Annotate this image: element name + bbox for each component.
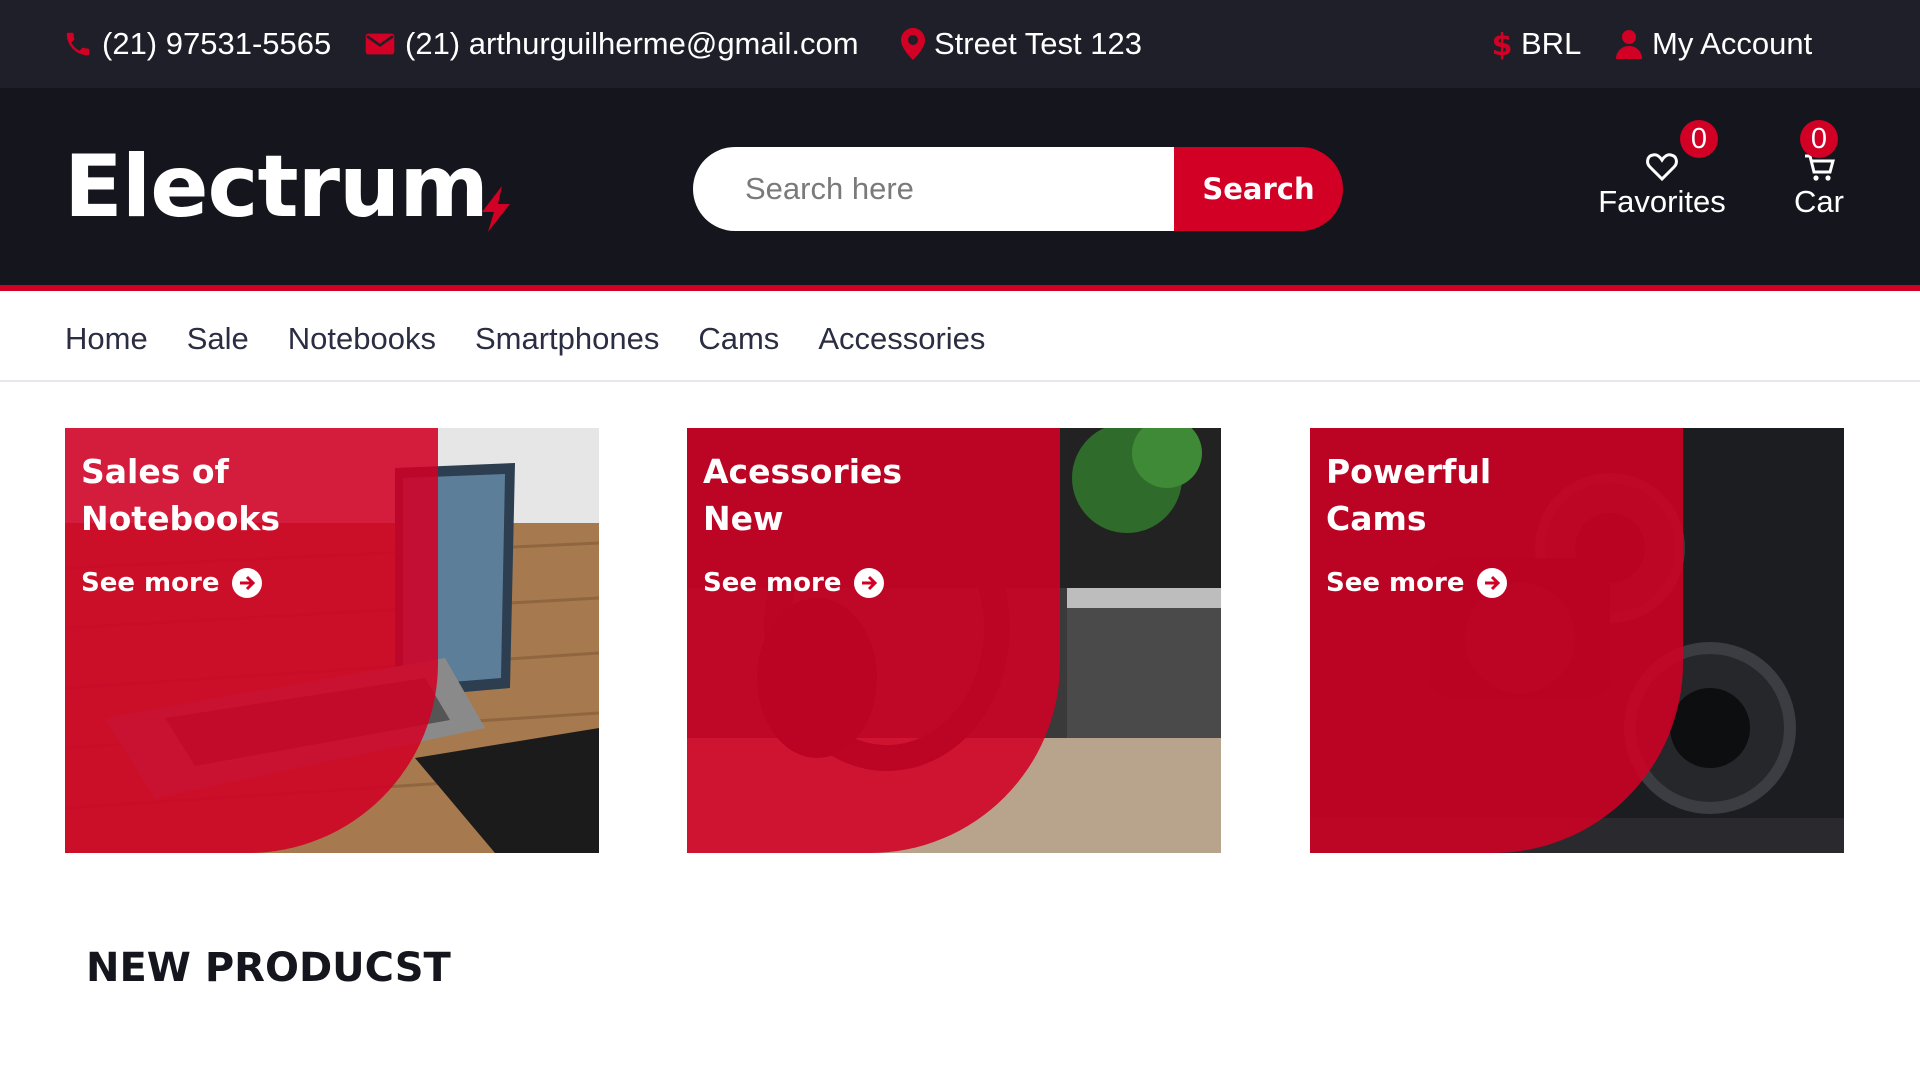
favorites-count-badge: 0 — [1680, 120, 1718, 158]
user-icon — [1616, 30, 1642, 59]
cart-link[interactable]: 0 Car — [1784, 120, 1854, 220]
banner-title-line: Acessories — [703, 452, 903, 491]
favorites-label: Favorites — [1598, 184, 1726, 219]
address-text: Street Test 123 — [934, 26, 1142, 61]
promo-banner-accessories[interactable]: Acessories New See more — [687, 428, 1221, 853]
nav-cams[interactable]: Cams — [698, 321, 779, 357]
my-account-link[interactable]: My Account — [1615, 0, 1812, 88]
nav-notebooks[interactable]: Notebooks — [288, 321, 436, 357]
banner-title: Sales of Notebooks — [81, 448, 411, 542]
nav-home[interactable]: Home — [65, 321, 148, 357]
contact-address[interactable]: Street Test 123 — [901, 0, 1142, 88]
phone-text: (21) 97531-5565 — [102, 26, 332, 61]
see-more-label: See more — [1326, 568, 1465, 598]
see-more-link[interactable]: See more — [703, 568, 885, 598]
logo[interactable]: Electrum — [64, 144, 489, 230]
lightning-bolt-icon — [482, 186, 510, 232]
search-form: Search — [693, 147, 1343, 231]
banner-title-line: New — [703, 499, 784, 538]
favorites-link[interactable]: 0 Favorites — [1592, 120, 1732, 220]
account-text: My Account — [1652, 26, 1813, 61]
nav-sale[interactable]: Sale — [187, 321, 249, 357]
see-more-label: See more — [703, 568, 842, 598]
contact-phone[interactable]: (21) 97531-5565 — [63, 0, 331, 88]
search-button[interactable]: Search — [1174, 147, 1343, 231]
currency-text: BRL — [1521, 26, 1582, 61]
currency-selector[interactable]: $ BRL — [1492, 0, 1581, 88]
arrow-circle-right-icon — [1477, 568, 1508, 598]
see-more-link[interactable]: See more — [81, 568, 263, 598]
cart-label: Car — [1794, 184, 1844, 219]
search-input[interactable] — [693, 147, 1174, 231]
dollar-icon: $ — [1492, 28, 1512, 60]
phone-icon — [66, 32, 90, 56]
banner-title-line: Sales of — [81, 452, 229, 491]
arrow-circle-right-icon — [854, 568, 885, 598]
map-marker-icon — [901, 28, 925, 60]
contact-email[interactable]: (21) arthurguilherme@gmail.com — [364, 0, 859, 88]
nav-accessories[interactable]: Accessories — [818, 321, 985, 357]
nav-smartphones[interactable]: Smartphones — [475, 321, 659, 357]
promo-banner-cams[interactable]: Powerful Cams See more — [1310, 428, 1844, 853]
banner-title-line: Powerful — [1326, 452, 1492, 491]
banner-title-line: Cams — [1326, 499, 1427, 538]
svg-text:$: $ — [1492, 28, 1512, 60]
see-more-link[interactable]: See more — [1326, 568, 1508, 598]
cart-count-badge: 0 — [1800, 120, 1838, 158]
banner-title-line: Notebooks — [81, 499, 280, 538]
main-header: Electrum Search 0 Favorites 0 Car — [0, 88, 1920, 291]
see-more-label: See more — [81, 568, 220, 598]
email-text: (21) arthurguilherme@gmail.com — [405, 26, 859, 61]
arrow-circle-right-icon — [232, 568, 263, 598]
promo-banner-notebooks[interactable]: Sales of Notebooks See more — [65, 428, 599, 853]
envelope-icon — [365, 33, 395, 55]
top-bar: (21) 97531-5565 (21) arthurguilherme@gma… — [0, 0, 1920, 88]
banner-title: Acessories New — [703, 448, 1033, 542]
main-navigation: Home Sale Notebooks Smartphones Cams Acc… — [0, 297, 1920, 382]
heart-icon — [1646, 153, 1678, 182]
banner-title: Powerful Cams — [1326, 448, 1656, 542]
section-title-new-products: NEW PRODUCST — [86, 945, 451, 991]
